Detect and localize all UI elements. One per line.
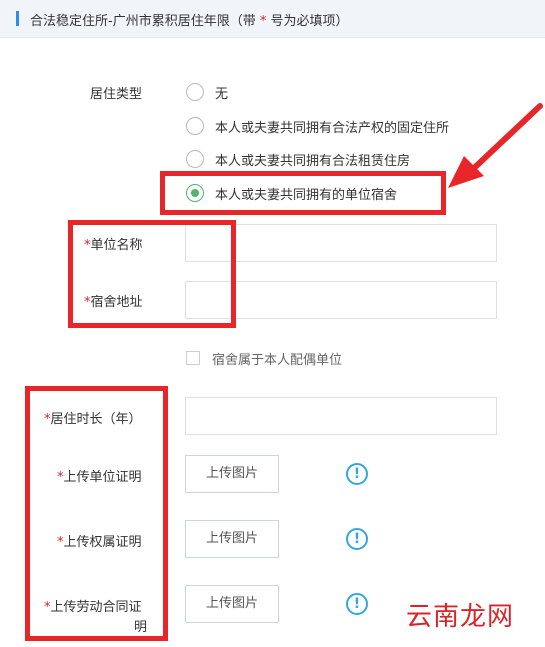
residence-type-label: 居住类型 xyxy=(90,87,143,102)
arrow-icon xyxy=(448,103,543,188)
radio-button[interactable] xyxy=(186,150,204,168)
upload-labor-contract-button[interactable]: 上传图片 xyxy=(185,585,279,623)
radio-button[interactable] xyxy=(186,83,204,101)
section-title: 合法稳定住所-广州市累积居住年限（带 * 号为必填项） xyxy=(30,14,349,29)
spouse-unit-checkbox-row[interactable]: 宿舍属于本人配偶单位 xyxy=(186,349,342,368)
watermark-logo: 云南龙网 xyxy=(406,602,515,632)
highlight-box-unit-fields xyxy=(68,220,236,328)
radio-option-owned-property[interactable]: 本人或夫妻共同拥有合法产权的固定住所 xyxy=(186,116,449,136)
highlight-box-required-fields xyxy=(25,386,168,641)
upload-ownership-proof-button[interactable]: 上传图片 xyxy=(185,520,279,558)
radio-option-rented-housing[interactable]: 本人或夫妻共同拥有合法租赁住房 xyxy=(186,149,410,169)
upload-unit-proof-button[interactable]: 上传图片 xyxy=(185,455,279,493)
residence-duration-input[interactable] xyxy=(185,397,497,435)
info-icon[interactable]: ! xyxy=(346,463,368,485)
radio-option-none[interactable]: 无 xyxy=(186,82,228,102)
section-header: 合法稳定住所-广州市累积居住年限（带 * 号为必填项） xyxy=(0,0,545,38)
highlight-box-selected-option xyxy=(160,171,446,215)
spouse-unit-checkbox[interactable] xyxy=(186,351,200,365)
header-accent-bar xyxy=(16,11,19,26)
info-icon[interactable]: ! xyxy=(346,593,368,615)
radio-button[interactable] xyxy=(186,117,204,135)
info-icon[interactable]: ! xyxy=(346,528,368,550)
